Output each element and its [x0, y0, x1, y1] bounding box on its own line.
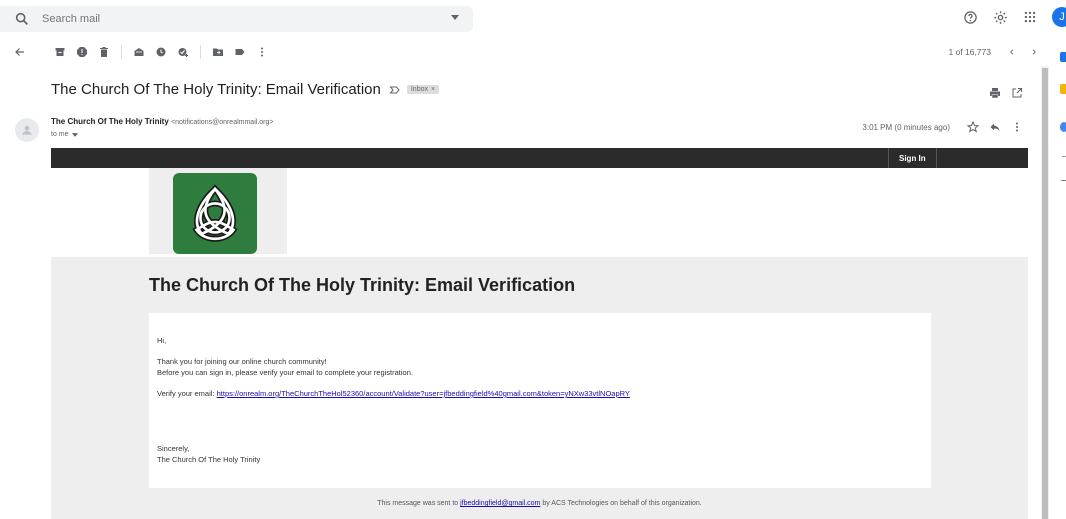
- message-meta: 3:01 PM (0 minutes ago): [862, 116, 1028, 138]
- inbox-label-text: Inbox: [410, 86, 428, 93]
- recipient-text: to me: [51, 131, 69, 138]
- sign-in-link[interactable]: Sign In: [888, 148, 937, 168]
- sender-address: <notifications@onrealmmail.org>: [171, 119, 274, 126]
- sender-info: The Church Of The Holy Trinity <notifica…: [51, 117, 273, 126]
- reply-icon[interactable]: [984, 116, 1006, 138]
- subject-actions: [984, 82, 1028, 104]
- toolbar-divider: [121, 45, 122, 59]
- star-icon[interactable]: [962, 116, 984, 138]
- email-heading: The Church Of The Holy Trinity: Email Ve…: [149, 275, 576, 295]
- sender-avatar[interactable]: [15, 118, 39, 142]
- verify-email-link[interactable]: https://onrealm.org/TheChurchTheHol52360…: [217, 389, 630, 398]
- instruction-line: Before you can sign in, please verify yo…: [157, 368, 413, 377]
- greeting: Hi,: [157, 336, 167, 345]
- keep-addon-icon[interactable]: [1060, 84, 1066, 94]
- addon-divider: [1062, 156, 1066, 157]
- importance-marker-icon[interactable]: [389, 84, 401, 96]
- email-subject: The Church Of The Holy Trinity: Email Ve…: [51, 81, 381, 98]
- signoff: Sincerely,: [157, 444, 190, 453]
- side-panel-rail: [1050, 40, 1066, 519]
- message-count: 1 of 16,773: [948, 47, 991, 57]
- subject-row: The Church Of The Holy Trinity: Email Ve…: [51, 81, 440, 98]
- email-card: Hi, Thank you for joining our online chu…: [149, 313, 931, 488]
- archive-icon[interactable]: [49, 41, 71, 63]
- triquetra-logo-icon: [192, 184, 238, 242]
- recipient-details[interactable]: to me: [51, 131, 78, 138]
- search-options-icon[interactable]: [451, 15, 459, 21]
- search-bar[interactable]: [0, 6, 473, 32]
- print-icon[interactable]: [984, 82, 1006, 104]
- top-right-controls: J: [962, 4, 1066, 30]
- person-icon: [22, 125, 32, 135]
- message-toolbar: 1 of 16,773: [0, 40, 1045, 64]
- church-logo: [173, 173, 257, 254]
- verify-line: Verify your email: https://onrealm.org/T…: [157, 389, 630, 398]
- pagination: 1 of 16,773: [948, 40, 1045, 64]
- report-spam-icon[interactable]: [71, 41, 93, 63]
- more-vert-icon[interactable]: [251, 41, 273, 63]
- footer-prefix: This message was sent to: [377, 500, 461, 507]
- toolbar-divider: [200, 45, 201, 59]
- church-logo-container: [149, 168, 287, 254]
- search-input[interactable]: [40, 12, 404, 26]
- message-more-vert-icon[interactable]: [1006, 116, 1028, 138]
- sender-name[interactable]: The Church Of The Holy Trinity: [51, 117, 169, 126]
- search-icon[interactable]: [14, 11, 30, 27]
- tasks-addon-icon[interactable]: [1060, 122, 1066, 132]
- open-new-window-icon[interactable]: [1006, 82, 1028, 104]
- move-to-folder-icon[interactable]: [207, 41, 229, 63]
- account-avatar[interactable]: J: [1052, 7, 1066, 27]
- footer-email-link[interactable]: jfbeddingfield@gmail.com: [460, 500, 540, 507]
- mark-unread-icon[interactable]: [128, 41, 150, 63]
- snooze-clock-icon[interactable]: [150, 41, 172, 63]
- footer-suffix: by ACS Technologies on behalf of this or…: [540, 500, 702, 507]
- newer-chevron-left-icon[interactable]: [1001, 41, 1023, 63]
- back-arrow-icon[interactable]: [9, 41, 31, 63]
- add-to-tasks-icon[interactable]: [172, 41, 194, 63]
- delete-trash-icon[interactable]: [93, 41, 115, 63]
- verify-label: Verify your email:: [157, 389, 217, 398]
- remove-label-icon[interactable]: ×: [431, 86, 435, 93]
- signature: The Church Of The Holy Trinity: [157, 455, 261, 464]
- email-header-bar: Sign In: [51, 148, 1028, 168]
- welcome-line: Thank you for joining our online church …: [157, 357, 327, 366]
- apps-grid-icon[interactable]: [1022, 9, 1038, 25]
- scrollbar-thumb[interactable]: [1042, 68, 1048, 519]
- older-chevron-right-icon[interactable]: [1023, 41, 1045, 63]
- help-icon[interactable]: [962, 9, 978, 25]
- message-time: 3:01 PM (0 minutes ago): [862, 122, 950, 132]
- settings-gear-icon[interactable]: [992, 9, 1008, 25]
- details-dropdown-icon[interactable]: [71, 132, 78, 137]
- calendar-addon-icon[interactable]: [1060, 52, 1066, 62]
- label-tag-icon[interactable]: [229, 41, 251, 63]
- get-addons-plus-icon[interactable]: [1061, 180, 1066, 181]
- inbox-label-chip: Inbox ×: [406, 85, 440, 94]
- email-footer-note: This message was sent to jfbeddingfield@…: [51, 500, 1028, 507]
